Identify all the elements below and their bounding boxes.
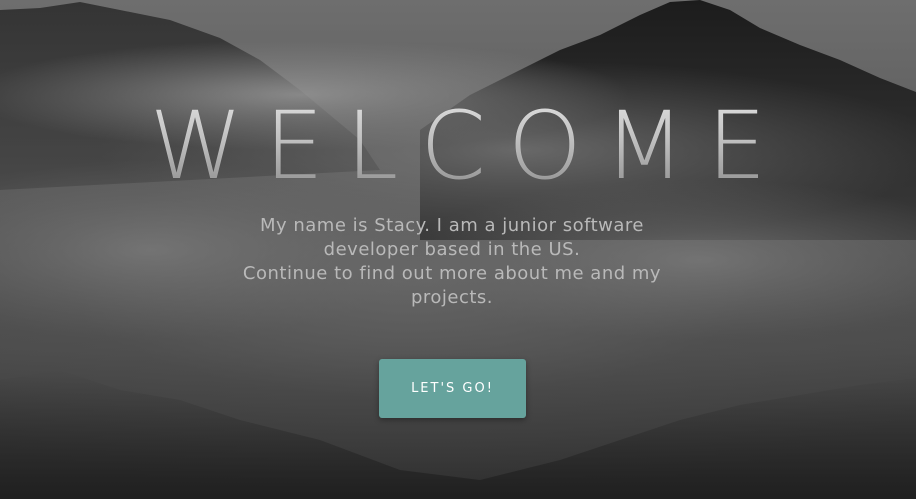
lets-go-button[interactable]: LET'S GO!: [379, 359, 526, 418]
intro-text: My name is Stacy. I am a junior software…: [228, 214, 676, 310]
intro-line-2: Continue to find out more about me and m…: [242, 263, 662, 308]
hero-section: WELCOME My name is Stacy. I am a junior …: [0, 0, 916, 499]
intro-line-1: My name is Stacy. I am a junior software…: [259, 215, 645, 260]
welcome-heading: WELCOME: [0, 92, 916, 202]
